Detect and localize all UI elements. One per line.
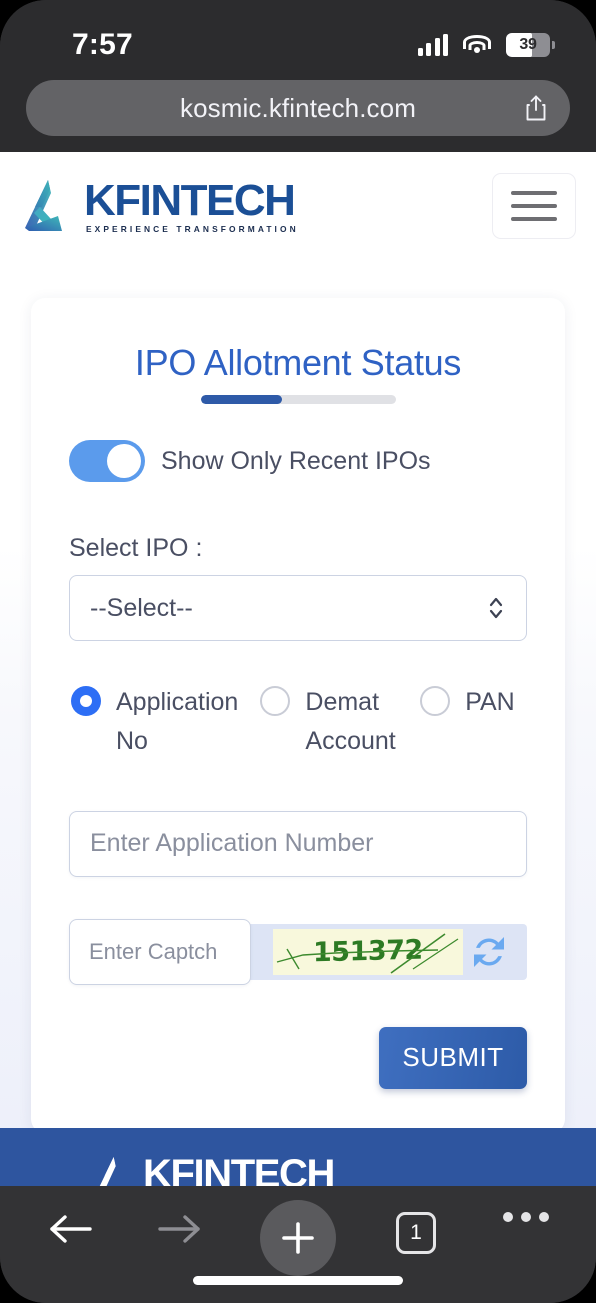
submit-button-label: SUBMIT	[402, 1042, 504, 1072]
application-number-placeholder: Enter Application Number	[90, 829, 374, 857]
captcha-placeholder: Enter Captch	[89, 938, 218, 964]
forward-arrow-icon[interactable]	[150, 1212, 210, 1246]
cellular-signal-icon	[417, 34, 448, 56]
application-number-input[interactable]: Enter Application Number	[69, 810, 527, 877]
radio-demat-account[interactable]	[260, 686, 291, 716]
wifi-icon	[463, 34, 491, 56]
select-ipo-value: --Select--	[90, 593, 193, 622]
chevron-updown-icon	[489, 597, 503, 619]
plus-icon[interactable]	[260, 1200, 336, 1276]
radio-label-demat-account: Demat Account	[305, 688, 396, 755]
tab-count-box: 1	[396, 1212, 436, 1254]
page-title: IPO Allotment Status	[134, 342, 462, 383]
phone-frame: 7:57 39 kosmic.kfintech.com KFINTECH EXP…	[0, 0, 596, 1303]
captcha-row: Enter Captch 151372	[69, 918, 527, 985]
submit-button[interactable]: SUBMIT	[379, 1026, 527, 1089]
web-page-viewport: KFINTECH EXPERIENCE TRANSFORMATION IPO A…	[0, 152, 596, 1186]
captcha-image: 151372	[273, 928, 463, 975]
title-underline-bar	[200, 395, 396, 404]
battery-level-label: 39	[519, 36, 537, 53]
kfintech-logo[interactable]: KFINTECH EXPERIENCE TRANSFORMATION	[18, 174, 299, 238]
hamburger-menu-icon[interactable]	[492, 173, 576, 239]
refresh-icon[interactable]	[469, 932, 509, 972]
radio-label-pan: PAN	[465, 688, 515, 716]
url-text: kosmic.kfintech.com	[180, 92, 416, 123]
status-bar-clock: 7:57	[72, 28, 133, 61]
status-bar-indicators: 39	[417, 33, 555, 57]
radio-pan[interactable]	[420, 686, 451, 716]
battery-icon: 39	[506, 33, 555, 57]
address-bar[interactable]: kosmic.kfintech.com	[26, 80, 570, 136]
footer-logo-wordmark: KFINTECH	[143, 1152, 335, 1186]
home-indicator[interactable]	[193, 1276, 403, 1285]
page-body: IPO Allotment Status Show Only Recent IP…	[0, 260, 596, 1133]
select-ipo-label: Select IPO :	[69, 534, 203, 562]
search-by-radio-group: Application No Demat Account PAN	[63, 683, 533, 761]
share-icon[interactable]	[524, 94, 548, 122]
select-ipo-dropdown[interactable]: --Select--	[69, 575, 527, 641]
status-bar: 7:57 39	[0, 0, 596, 72]
radio-application-no[interactable]	[71, 686, 101, 716]
toggle-knob	[107, 444, 141, 478]
radio-option-application-no[interactable]: Application No	[63, 683, 260, 761]
url-bar-container: kosmic.kfintech.com	[26, 80, 570, 136]
footer-logo: KFINTECH	[93, 1152, 335, 1186]
captcha-noise-lines	[276, 932, 459, 974]
tab-switcher-button[interactable]: 1	[386, 1212, 446, 1254]
back-arrow-icon[interactable]	[40, 1212, 100, 1246]
more-ellipsis-icon[interactable]	[496, 1212, 556, 1222]
browser-bottom-toolbar: 1	[0, 1186, 596, 1303]
radio-option-pan[interactable]: PAN	[420, 683, 533, 761]
site-footer: KFINTECH	[0, 1128, 596, 1186]
card-title-block: IPO Allotment Status	[51, 342, 545, 404]
recent-ipos-toggle-row[interactable]: Show Only Recent IPOs	[69, 440, 545, 482]
tab-count-label: 1	[410, 1221, 422, 1244]
captcha-panel: 151372	[245, 923, 527, 980]
site-header: KFINTECH EXPERIENCE TRANSFORMATION	[0, 152, 596, 260]
logo-tagline: EXPERIENCE TRANSFORMATION	[86, 223, 299, 234]
recent-ipos-toggle-label: Show Only Recent IPOs	[161, 446, 431, 475]
kfintech-triangle-logo-icon	[25, 180, 62, 231]
ipo-allotment-card: IPO Allotment Status Show Only Recent IP…	[31, 298, 565, 1133]
kfintech-triangle-logo-icon	[99, 1156, 116, 1186]
recent-ipos-toggle[interactable]	[69, 440, 145, 482]
captcha-input[interactable]: Enter Captch	[69, 918, 251, 985]
submit-row: SUBMIT	[69, 1026, 527, 1089]
radio-label-application-no: Application No	[116, 688, 239, 755]
radio-option-demat-account[interactable]: Demat Account	[260, 683, 420, 761]
logo-wordmark: KFINTECH	[84, 175, 296, 225]
